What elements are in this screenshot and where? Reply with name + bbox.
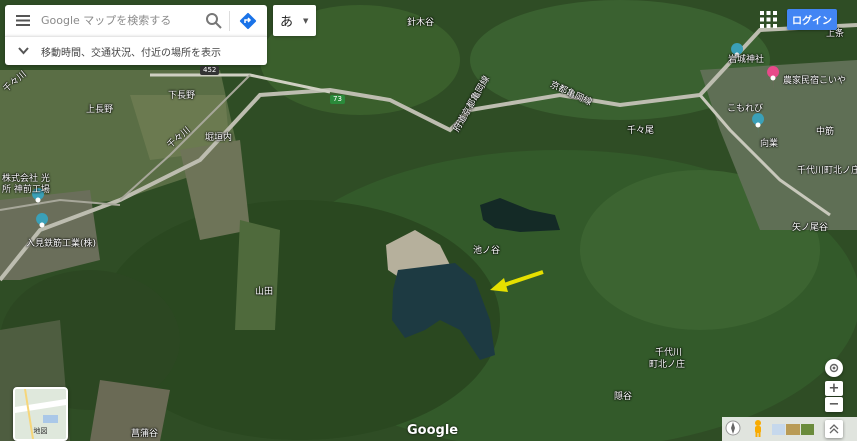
apps-button[interactable]	[760, 11, 777, 28]
explore-panel[interactable]: 移動時間、交通状況、付近の場所を表示	[5, 36, 267, 65]
map-label: 千代川町北ノ庄	[797, 166, 857, 176]
search-box	[5, 5, 267, 36]
map-label: こもれび	[727, 104, 764, 114]
map-label: 下長野	[168, 91, 196, 101]
map-label: 山田	[255, 287, 274, 297]
pegman-icon	[755, 420, 761, 437]
layer-label: 地図	[33, 427, 48, 435]
chevron-down-icon	[17, 47, 29, 55]
map-label: 向業	[760, 139, 779, 149]
imagery-thumb[interactable]	[786, 424, 800, 435]
directions-button[interactable]	[238, 11, 258, 31]
menu-button[interactable]	[5, 5, 41, 36]
location-icon	[829, 363, 839, 373]
map-label: 矢ノ尾谷	[792, 223, 829, 233]
imagery-thumbnails[interactable]	[772, 424, 814, 435]
map-label: 株式会社 光	[2, 174, 50, 184]
directions-icon	[239, 12, 257, 30]
compass-icon	[725, 420, 741, 436]
zoom-out-button[interactable]: −	[825, 397, 843, 412]
divider	[229, 11, 230, 31]
satellite-map[interactable]	[0, 0, 857, 441]
map-label: 上長野	[86, 105, 114, 115]
login-button[interactable]: ログイン	[787, 9, 837, 30]
route-shield: 452	[200, 66, 220, 75]
map-label: 針木谷	[407, 18, 435, 28]
map-label: 菖蒲谷	[131, 429, 159, 439]
search-button[interactable]	[204, 11, 224, 31]
dropdown-arrow-icon: ▼	[303, 16, 309, 25]
map-label: 上条	[826, 29, 845, 39]
minus-icon: −	[828, 397, 840, 412]
map-label: 岩城神社	[728, 55, 765, 65]
map-label: 入見鉄筋工業(株)	[26, 239, 97, 249]
map-label: 千代川	[655, 348, 683, 358]
menu-icon	[16, 15, 30, 26]
apps-grid-icon	[760, 11, 777, 28]
map-label: 農家民宿こいや	[783, 76, 847, 86]
ime-label: あ	[280, 15, 294, 30]
pegman-button[interactable]	[752, 420, 764, 437]
map-label: 町北ノ庄	[649, 360, 686, 370]
plus-icon: +	[828, 381, 840, 396]
my-location-button[interactable]	[825, 359, 843, 377]
map-label: 隠谷	[614, 392, 633, 402]
chevron-up-icon	[829, 424, 839, 434]
map-label: 堀垣内	[205, 133, 233, 143]
map-label: 千々尾	[627, 126, 655, 136]
expand-button[interactable]	[5, 47, 41, 55]
route-shield: 73	[330, 95, 345, 104]
map-label: 中筋	[816, 127, 835, 137]
explore-label[interactable]: 移動時間、交通状況、付近の場所を表示	[41, 44, 221, 59]
ime-toggle[interactable]: あ ▼	[273, 5, 316, 36]
tilt-button[interactable]	[825, 420, 843, 438]
map-layer-toggle[interactable]: 地図	[13, 387, 68, 441]
google-logo: Google	[407, 423, 459, 438]
map-label: 池ノ谷	[473, 246, 501, 256]
imagery-thumb[interactable]	[800, 424, 814, 435]
map-label: 所 神前工場	[2, 185, 50, 195]
imagery-thumb[interactable]	[772, 424, 786, 435]
compass-button[interactable]	[725, 420, 741, 436]
zoom-in-button[interactable]: +	[825, 381, 843, 396]
search-input[interactable]	[41, 14, 191, 27]
search-icon	[206, 13, 222, 29]
